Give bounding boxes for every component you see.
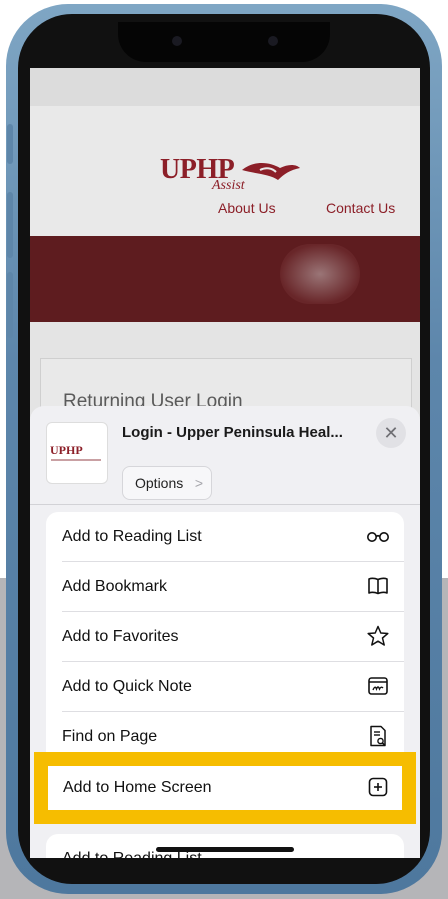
action-label: Add to Favorites: [62, 628, 179, 645]
phone-notch: [118, 22, 330, 62]
share-actions-list-next: Add to Reading List: [46, 834, 404, 858]
sheet-divider: [30, 504, 420, 505]
nav-about-link[interactable]: About Us: [218, 200, 276, 216]
logo-bird-icon: [242, 163, 300, 180]
shared-page-title: Login - Upper Peninsula Heal...: [122, 424, 343, 441]
action-add-bookmark[interactable]: Add Bookmark: [46, 562, 404, 612]
page-thumbnail: UPHP: [46, 422, 108, 484]
find-on-page-icon: [370, 725, 386, 747]
add-square-icon: [368, 777, 388, 797]
hero-banner: [30, 236, 420, 322]
action-label: Add Bookmark: [62, 578, 167, 595]
browser-top-bar: [30, 68, 420, 106]
action-add-to-quick-note[interactable]: Add to Quick Note: [46, 662, 404, 712]
close-icon: ✕: [383, 423, 399, 443]
side-button-volume-down: [7, 272, 13, 338]
options-label: Options: [135, 475, 184, 491]
action-label: Add to Home Screen: [63, 779, 212, 796]
book-icon: [368, 577, 388, 595]
phone-screen: UPHP Assist About Us Contact Us Returnin…: [30, 68, 420, 858]
star-icon: [367, 625, 389, 646]
chevron-right-icon: >: [194, 475, 203, 491]
share-sheet-header: UPHP Login - Upper Peninsula Heal... ✕ O…: [46, 418, 406, 500]
action-label: Add to Reading List: [62, 528, 202, 545]
thumbnail-tagline: [51, 459, 101, 461]
thumbnail-logo: UPHP: [50, 443, 83, 457]
site-logo-subtext: Assist: [212, 178, 245, 193]
side-button-silent: [7, 124, 13, 164]
action-add-to-favorites[interactable]: Add to Favorites: [46, 612, 404, 662]
nav-contact-link[interactable]: Contact Us: [326, 200, 395, 216]
hero-image: [280, 244, 360, 304]
site-logo[interactable]: UPHP Assist: [160, 154, 310, 198]
action-label: Add to Quick Note: [62, 678, 192, 695]
camera-dot: [172, 36, 182, 46]
sensor-dot: [268, 36, 278, 46]
highlight-box: Add to Home Screen: [34, 752, 416, 824]
close-button[interactable]: ✕: [376, 418, 406, 448]
action-label: Find on Page: [62, 728, 158, 745]
options-button[interactable]: Options >: [122, 466, 212, 500]
website-header: UPHP Assist: [30, 106, 420, 236]
glasses-icon: [367, 532, 389, 542]
action-add-to-home-screen[interactable]: Add to Home Screen: [48, 766, 402, 810]
action-add-to-reading-list[interactable]: Add to Reading List: [46, 512, 404, 562]
side-button-volume-up: [7, 192, 13, 258]
quick-note-icon: [368, 677, 388, 695]
home-indicator[interactable]: [156, 847, 294, 852]
